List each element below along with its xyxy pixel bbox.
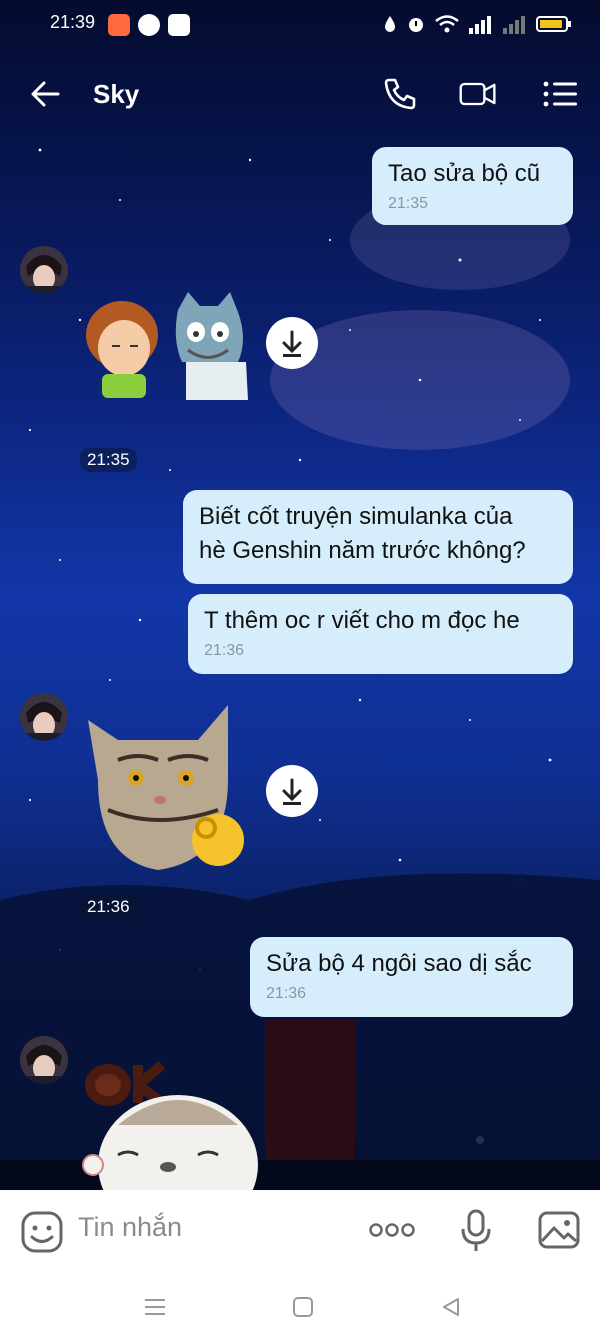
download-icon <box>282 330 302 357</box>
avatar-image <box>20 693 68 741</box>
status-time: 21:39 <box>50 12 96 32</box>
data-saver-icon <box>385 16 395 32</box>
sticker-time: 21:35 <box>80 448 137 472</box>
signal-icon <box>469 16 491 34</box>
download-button[interactable] <box>266 765 318 817</box>
message-text-line-2: hè Genshin năm trước không? <box>199 537 526 564</box>
message-time: 21:36 <box>266 985 307 1002</box>
system-navigation-bar <box>0 1270 600 1343</box>
signal-2-icon <box>503 16 525 34</box>
message-time: 21:36 <box>204 642 245 659</box>
game-app-icon <box>108 14 130 36</box>
wifi-icon <box>435 15 459 33</box>
message-text: Tao sửa bộ cũ <box>388 160 541 187</box>
youtube-icon <box>168 14 190 36</box>
contact-name[interactable]: Sky <box>93 79 139 110</box>
battery-icon <box>536 16 571 32</box>
sticker-cat-ok[interactable] <box>78 700 258 885</box>
home-icon[interactable] <box>292 1296 314 1318</box>
sent-message-bubble[interactable]: Sửa bộ 4 ngôi sao dị sắc 21:36 <box>250 937 573 1017</box>
status-bar: 21:39 <box>0 0 600 52</box>
avatar-image <box>20 1036 68 1084</box>
pinterest-icon <box>138 14 160 36</box>
sent-message-bubble[interactable]: T thêm oc r viết cho m đọc he 21:36 <box>188 594 573 674</box>
system-status-icons <box>382 14 572 34</box>
download-icon <box>282 778 302 805</box>
notification-icons <box>108 14 190 36</box>
more-dots-icon[interactable] <box>368 1218 416 1242</box>
phone-icon[interactable] <box>380 74 420 114</box>
avatar[interactable] <box>20 246 68 294</box>
back-arrow-icon[interactable] <box>26 74 66 114</box>
sent-message-bubble[interactable]: Tao sửa bộ cũ 21:35 <box>372 147 573 225</box>
video-call-icon[interactable] <box>458 74 498 114</box>
message-text-line-1: Biết cốt truyện simulanka của <box>199 503 513 530</box>
avatar-image <box>20 246 68 294</box>
avatar[interactable] <box>20 693 68 741</box>
emoji-icon[interactable] <box>20 1210 64 1254</box>
message-text: T thêm oc r viết cho m đọc he <box>204 607 520 634</box>
recent-apps-icon[interactable] <box>143 1296 167 1318</box>
sticker-boy-and-wolf[interactable] <box>78 290 258 405</box>
back-icon[interactable] <box>440 1296 462 1318</box>
download-button[interactable] <box>266 317 318 369</box>
message-input[interactable]: Tin nhắn <box>78 1212 182 1243</box>
alarm-icon <box>409 18 423 32</box>
image-icon[interactable] <box>537 1210 581 1250</box>
chat-header: Sky <box>0 60 600 130</box>
message-text: Sửa bộ 4 ngôi sao dị sắc <box>266 950 532 977</box>
sticker-ok-cat[interactable] <box>78 1045 258 1190</box>
sticker-time: 21:36 <box>80 895 137 919</box>
avatar[interactable] <box>20 1036 68 1084</box>
menu-list-icon[interactable] <box>540 74 580 114</box>
mic-icon[interactable] <box>460 1208 492 1254</box>
message-time: 21:35 <box>388 195 429 212</box>
sent-message-bubble[interactable]: Biết cốt truyện simulanka của hè Genshin… <box>183 490 573 584</box>
